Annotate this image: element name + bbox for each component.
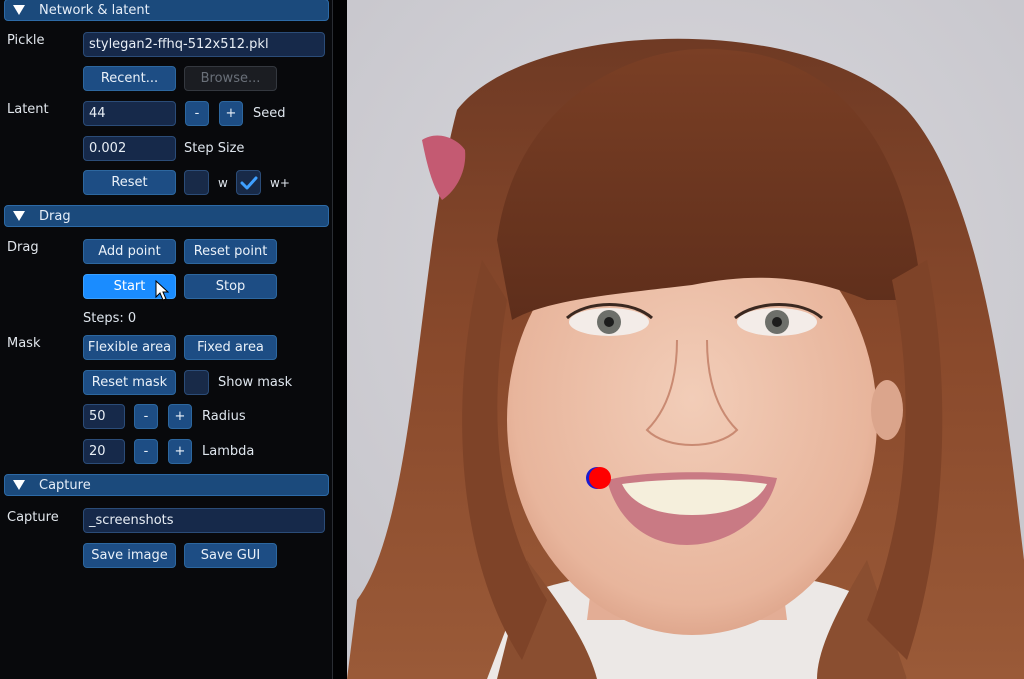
lambda-label: Lambda [202, 444, 255, 459]
flexible-area-button[interactable]: Flexible area [83, 335, 176, 360]
seed-label: Seed [253, 106, 286, 121]
mask-label: Mask [7, 336, 41, 351]
reset-latent-button[interactable]: Reset [83, 170, 176, 195]
radius-increment-button[interactable]: + [168, 404, 192, 429]
step-size-input[interactable]: 0.002 [83, 136, 176, 161]
portrait-image [347, 0, 1024, 679]
lambda-input[interactable]: 20 [83, 439, 125, 464]
section-header-capture[interactable]: Capture [4, 474, 329, 496]
reset-mask-button[interactable]: Reset mask [83, 370, 176, 395]
w-label: w [218, 176, 228, 190]
steps-counter: Steps: 0 [83, 311, 137, 326]
section-title: Capture [39, 477, 91, 493]
generated-image-canvas[interactable] [347, 0, 1024, 679]
collapse-triangle-icon [13, 211, 25, 221]
section-header-network-latent[interactable]: Network & latent [4, 0, 329, 21]
seed-input[interactable]: 44 [83, 101, 176, 126]
collapse-triangle-icon [13, 5, 25, 15]
step-size-label: Step Size [184, 141, 245, 156]
wplus-checkbox[interactable] [236, 170, 261, 195]
lambda-decrement-button[interactable]: - [134, 439, 158, 464]
radius-decrement-button[interactable]: - [134, 404, 158, 429]
lambda-increment-button[interactable]: + [168, 439, 192, 464]
seed-increment-button[interactable]: + [219, 101, 243, 126]
handle-point-marker [589, 467, 611, 489]
pickle-label: Pickle [7, 33, 45, 48]
section-title: Network & latent [39, 2, 150, 18]
panel-divider[interactable] [333, 0, 347, 679]
recent-button[interactable]: Recent... [83, 66, 176, 91]
seed-decrement-button[interactable]: - [185, 101, 209, 126]
mouse-cursor-icon [155, 280, 169, 301]
add-point-button[interactable]: Add point [83, 239, 176, 264]
show-mask-checkbox[interactable] [184, 370, 209, 395]
save-gui-button[interactable]: Save GUI [184, 543, 277, 568]
checkmark-icon [240, 176, 257, 189]
section-header-drag[interactable]: Drag [4, 205, 329, 227]
radius-label: Radius [202, 409, 246, 424]
capture-path-input[interactable]: _screenshots [83, 508, 325, 533]
save-image-button[interactable]: Save image [83, 543, 176, 568]
control-panel: Network & latent Pickle stylegan2-ffhq-5… [0, 0, 333, 679]
reset-point-button[interactable]: Reset point [184, 239, 277, 264]
radius-input[interactable]: 50 [83, 404, 125, 429]
pickle-input[interactable]: stylegan2-ffhq-512x512.pkl [83, 32, 325, 57]
collapse-triangle-icon [13, 480, 25, 490]
show-mask-label: Show mask [218, 375, 293, 390]
stop-button[interactable]: Stop [184, 274, 277, 299]
wplus-label: w+ [270, 176, 290, 190]
browse-button[interactable]: Browse... [184, 66, 277, 91]
drag-label: Drag [7, 240, 39, 255]
w-checkbox[interactable] [184, 170, 209, 195]
capture-label: Capture [7, 510, 59, 525]
fixed-area-button[interactable]: Fixed area [184, 335, 277, 360]
latent-label: Latent [7, 102, 49, 117]
section-title: Drag [39, 208, 71, 224]
